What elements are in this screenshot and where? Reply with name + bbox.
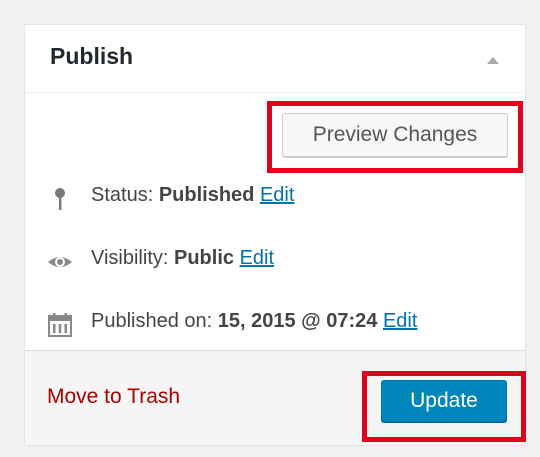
update-button[interactable]: Update [381,380,507,422]
status-value: Published [158,184,255,206]
publish-box-title: Publish [50,43,134,69]
visibility-label: Visibility: [91,247,174,269]
status-row: Status: Published Edit [47,184,294,214]
calendar-icon [48,313,72,337]
preview-changes-button[interactable]: Preview Changes [282,113,508,157]
visibility-row: Visibility: Public Edit [47,247,274,277]
published-on-label: Published on: [91,310,218,332]
visibility-value: Public [174,247,235,269]
published-date-row: Published on: 15, 2015 @ 07:24 Edit [47,310,417,340]
publish-box-footer: Move to Trash Update [25,350,525,445]
edit-visibility-link[interactable]: Edit [240,247,274,269]
status-label: Status: [91,184,159,206]
publish-box: Publish Preview Changes Status: Publishe… [24,24,526,446]
eye-icon [48,257,72,267]
publish-box-header[interactable]: Publish [25,25,525,93]
published-on-value: 15, 2015 @ 07:24 [217,310,378,332]
edit-date-link[interactable]: Edit [383,310,417,332]
move-to-trash-link[interactable]: Move to Trash [47,385,180,409]
pin-icon [55,188,65,210]
triangle-up-icon[interactable] [487,57,499,64]
edit-status-link[interactable]: Edit [260,184,294,206]
